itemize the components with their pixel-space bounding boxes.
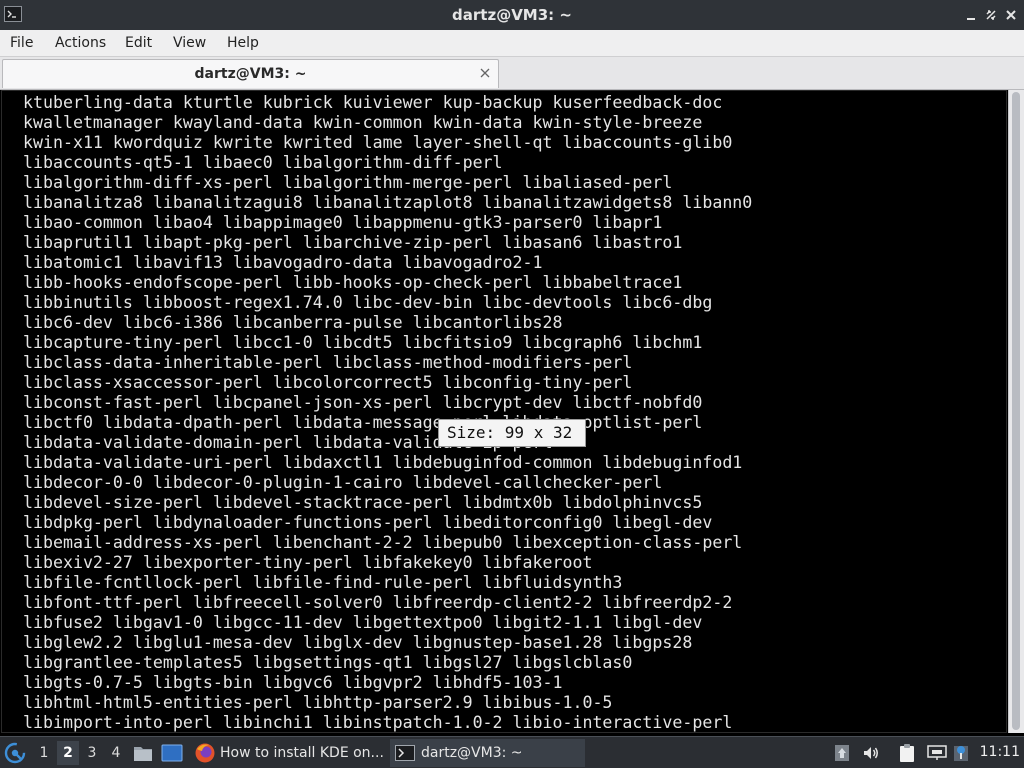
close-window-button[interactable]	[1002, 6, 1020, 24]
updates-button[interactable]	[953, 737, 971, 768]
terminal-line: libalgorithm-diff-xs-perl libalgorithm-m…	[23, 173, 673, 192]
restore-icon	[986, 10, 996, 20]
terminal-line: libdata-validate-domain-perl libdata-val…	[23, 433, 553, 452]
speaker-icon	[864, 746, 878, 759]
terminal-line: libdata-validate-uri-perl libdaxctl1 lib…	[23, 453, 743, 472]
menu-edit[interactable]: Edit	[125, 30, 152, 56]
clock[interactable]: 11:11	[980, 737, 1020, 768]
terminal-scrollbar[interactable]	[1008, 90, 1024, 733]
terminal-line: libbinutils libboost-regex1.74.0 libc-de…	[23, 293, 713, 312]
window-title: dartz@VM3: ~	[452, 6, 572, 24]
menu-actions[interactable]: Actions	[55, 30, 106, 56]
clipboard-button[interactable]	[898, 737, 920, 768]
terminal-line: libfuse2 libgav1-0 libgcc-11-dev libgett…	[23, 613, 703, 632]
terminal-line: ktuberling-data kturtle kubrick kuiviewe…	[23, 93, 723, 112]
clipboard-icon	[900, 743, 914, 762]
terminal-line: libclass-data-inheritable-perl libclass-…	[23, 353, 633, 372]
terminal-icon	[395, 745, 415, 761]
taskbar: 1 2 3 4 How to install KDE on... dartz@V…	[0, 736, 1024, 768]
terminal-line: libexiv2-27 libexporter-tiny-perl libfak…	[23, 553, 593, 572]
terminal-line: libc6-dev libc6-i386 libcanberra-pulse l…	[23, 313, 563, 332]
terminal-line: libdpkg-perl libdynaloader-functions-per…	[23, 513, 713, 532]
menu-help[interactable]: Help	[227, 30, 259, 56]
task-terminal[interactable]: dartz@VM3: ~	[390, 739, 585, 767]
terminal-line: kwalletmanager kwayland-data kwin-common…	[23, 113, 703, 132]
terminal-line: libimport-into-perl libinchi1 libinstpat…	[23, 713, 733, 732]
upload-icon	[835, 744, 849, 761]
workspace-1[interactable]: 1	[33, 741, 55, 765]
minimize-icon	[967, 18, 975, 20]
terminal-line: libfile-fcntllock-perl libfile-find-rule…	[23, 573, 623, 592]
network-button[interactable]	[927, 737, 949, 768]
terminal-line: libfont-ttf-perl libfreecell-solver0 lib…	[23, 593, 733, 612]
network-icon	[927, 744, 947, 760]
workspace-4[interactable]: 4	[105, 741, 127, 765]
upload-tray-button[interactable]	[834, 737, 854, 768]
firefox-icon	[195, 743, 215, 763]
scrollbar-thumb[interactable]	[1012, 92, 1020, 730]
menu-bar: File Actions Edit View Help	[0, 30, 1024, 57]
close-tab-icon[interactable]	[478, 66, 492, 80]
workspace-2[interactable]: 2	[57, 741, 79, 765]
tab-bar: dartz@VM3: ~	[0, 57, 1024, 90]
terminal-line: libgrantlee-templates5 libgsettings-qt1 …	[23, 653, 633, 672]
terminal-line: libconst-fast-perl libcpanel-json-xs-per…	[23, 393, 703, 412]
terminal-output[interactable]: ktuberling-data kturtle kubrick kuiviewe…	[1, 90, 1007, 733]
task-browser[interactable]: How to install KDE on...	[191, 739, 386, 767]
menu-view[interactable]: View	[173, 30, 206, 56]
minimize-button[interactable]	[962, 6, 980, 24]
terminal-line: libhtml-html5-entities-perl libhttp-pars…	[23, 693, 613, 712]
terminal-line: libb-hooks-endofscope-perl libb-hooks-op…	[23, 273, 683, 292]
volume-button[interactable]	[862, 737, 884, 768]
terminal-line: libaprutil1 libapt-pkg-perl libarchive-z…	[23, 233, 683, 252]
window-title-bar[interactable]: dartz@VM3: ~	[0, 0, 1024, 30]
terminal-line: libatomic1 libavif13 libavogadro-data li…	[23, 253, 543, 272]
file-manager-launcher[interactable]	[133, 737, 155, 768]
application-menu-button[interactable]	[4, 737, 28, 768]
terminal-line: libgts-0.7-5 libgts-bin libgvc6 libgvpr2…	[23, 673, 563, 692]
menu-file[interactable]: File	[10, 30, 33, 56]
terminal-line: libglew2.2 libglu1-mesa-dev libglx-dev l…	[23, 633, 693, 652]
workspace-3[interactable]: 3	[81, 741, 103, 765]
terminal-line: libao-common libao4 libappimage0 libappm…	[23, 213, 663, 232]
terminal-line: libctf0 libdata-dpath-perl libdata-messa…	[23, 413, 703, 432]
terminal-line: kwin-x11 kwordquiz kwrite kwrited lame l…	[23, 133, 733, 152]
terminal-line: libemail-address-xs-perl libenchant-2-2 …	[23, 533, 743, 552]
desktop-icon	[161, 744, 183, 761]
maximize-button[interactable]	[982, 6, 1000, 24]
size-tooltip: Size: 99 x 32	[438, 419, 586, 447]
tab-label: dartz@VM3: ~	[194, 66, 307, 82]
update-notification-icon	[954, 745, 968, 761]
task-terminal-label: dartz@VM3: ~	[421, 745, 523, 761]
terminal-line: libanalitza8 libanalitzagui8 libanalitza…	[23, 193, 753, 212]
show-desktop-button[interactable]	[161, 737, 185, 768]
task-browser-label: How to install KDE on...	[220, 745, 384, 761]
tab-terminal[interactable]: dartz@VM3: ~	[2, 59, 499, 88]
terminal-lines: ktuberling-data kturtle kubrick kuiviewe…	[23, 93, 753, 732]
close-icon	[1006, 10, 1016, 20]
terminal-line: libdevel-size-perl libdevel-stacktrace-p…	[23, 493, 703, 512]
terminal-line: libdecor-0-0 libdecor-0-plugin-1-cairo l…	[23, 473, 663, 492]
terminal-line: libaccounts-qt5-1 libaec0 libalgorithm-d…	[23, 153, 503, 172]
terminal-line: libcapture-tiny-perl libcc1-0 libcdt5 li…	[23, 333, 703, 352]
app-launcher-icon	[4, 742, 26, 763]
folder-icon	[134, 746, 152, 761]
terminal-line: libclass-xsaccessor-perl libcolorcorrect…	[23, 373, 633, 392]
